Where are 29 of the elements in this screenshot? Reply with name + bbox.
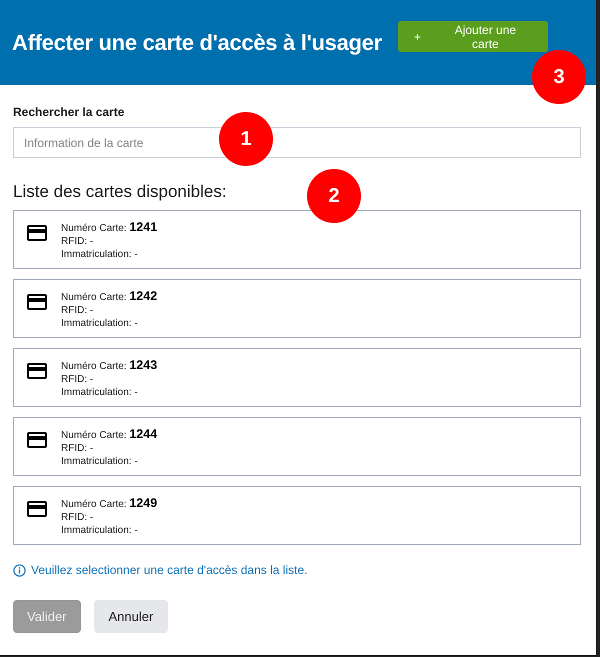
rfid-text: RFID: - — [61, 511, 94, 524]
callout-marker: 3 — [532, 50, 586, 104]
callout-marker: 2 — [307, 169, 361, 223]
plate-text: Immatriculation: - — [61, 317, 139, 330]
callout-marker: 1 — [219, 112, 273, 166]
info-icon — [13, 564, 26, 576]
card-number: Numéro Carte: 1242 — [61, 290, 158, 304]
cancel-button[interactable]: Annuler — [94, 600, 168, 633]
card-item[interactable]: Numéro Carte: 1244 RFID: - Immatriculation: - — [13, 417, 581, 476]
search-label: Rechercher la carte — [13, 105, 126, 119]
plate-text: Immatriculation: - — [61, 524, 139, 537]
card-number: Numéro Carte: 1241 — [61, 221, 158, 235]
card-item[interactable]: Numéro Carte: 1242 RFID: - Immatriculation: - — [13, 279, 581, 338]
rfid-text: RFID: - — [61, 442, 94, 455]
card-item[interactable]: Numéro Carte: 1241 RFID: - Immatriculation: - — [13, 210, 581, 269]
dialog-title: Affecter une carte d'accès à l'usager — [12, 30, 382, 56]
rfid-text: RFID: - — [61, 304, 94, 317]
plate-text: Immatriculation: - — [61, 455, 139, 468]
info-message: Veuillez selectionner une carte d'accès dans la liste. — [31, 563, 308, 577]
card-number: Numéro Carte: 1243 — [61, 359, 158, 373]
card-number: Numéro Carte: 1244 — [61, 428, 158, 442]
rfid-text: RFID: - — [61, 373, 94, 386]
card-item[interactable]: Numéro Carte: 1249 RFID: - Immatriculation: - — [13, 486, 581, 545]
card-item[interactable]: Numéro Carte: 1243 RFID: - Immatriculation: - — [13, 348, 581, 407]
list-title: Liste des cartes disponibles: — [13, 182, 227, 202]
rfid-text: RFID: - — [61, 235, 94, 248]
card-number: Numéro Carte: 1249 — [61, 497, 158, 511]
plate-text: Immatriculation: - — [61, 386, 139, 399]
plate-text: Immatriculation: - — [61, 248, 139, 261]
